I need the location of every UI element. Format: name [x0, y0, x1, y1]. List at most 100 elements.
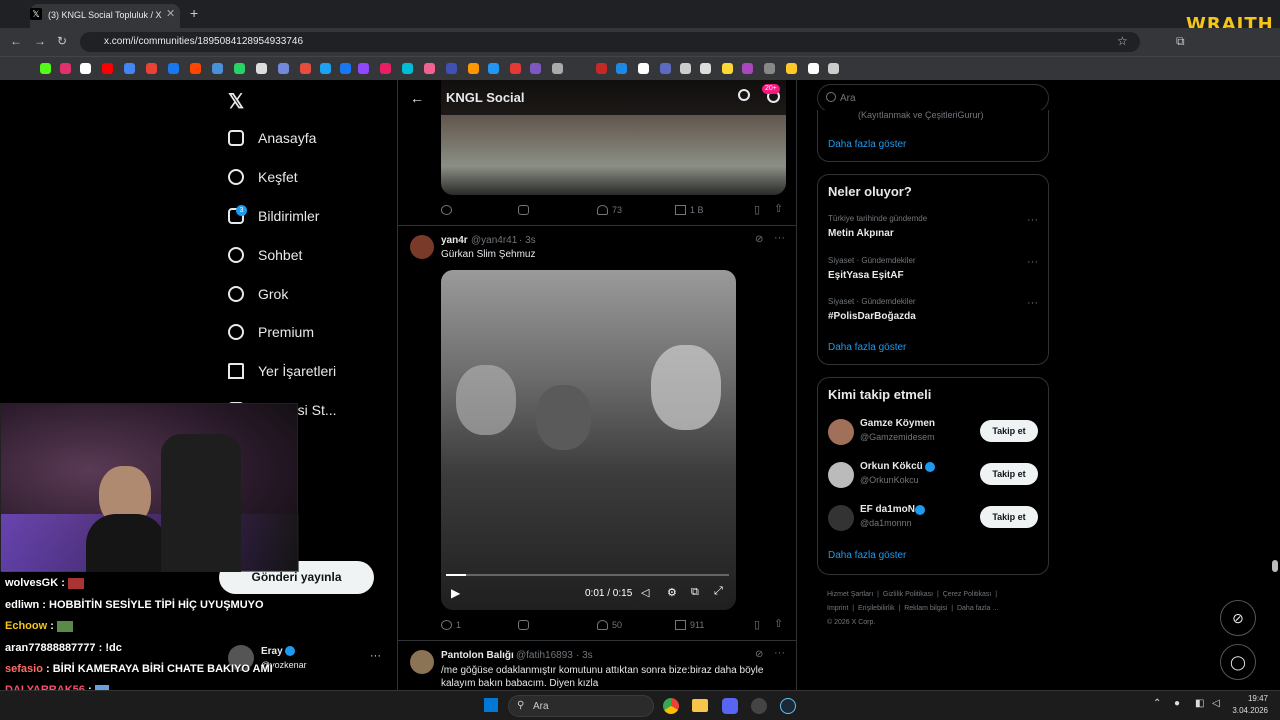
bookmark-icon[interactable]	[102, 63, 113, 74]
close-tab-icon[interactable]: ✕	[166, 7, 175, 20]
bookmark-icon[interactable]	[380, 63, 391, 74]
bookmark-icon[interactable]	[808, 63, 819, 74]
share-icon[interactable]: ⇧	[774, 202, 783, 215]
more-options-icon[interactable]: ···	[774, 232, 785, 244]
follow-button[interactable]: Takip et	[980, 463, 1038, 485]
footer-link[interactable]: Çerez Politikası	[943, 591, 992, 598]
show-more-link[interactable]: Daha fazla göster	[828, 342, 906, 353]
bookmark-icon[interactable]	[80, 63, 91, 74]
more-options-icon[interactable]: ···	[774, 647, 785, 659]
x-logo-icon[interactable]: 𝕏	[228, 89, 244, 114]
like-button[interactable]: 73	[597, 205, 622, 215]
bookmark-icon[interactable]	[468, 63, 479, 74]
bookmark-icon[interactable]	[340, 63, 351, 74]
post-time[interactable]: · 3s	[519, 235, 536, 246]
bookmark-icon[interactable]	[530, 63, 541, 74]
bookmark-icon[interactable]	[488, 63, 499, 74]
bookmark-icon[interactable]	[402, 63, 413, 74]
bookmark-icon[interactable]	[40, 63, 51, 74]
mic-icon[interactable]: ●	[1174, 698, 1180, 709]
bookmark-icon[interactable]	[234, 63, 245, 74]
star-icon[interactable]: ☆	[1117, 34, 1128, 48]
nav-item-chat[interactable]: Sohbet	[228, 243, 302, 267]
footer-link[interactable]: Daha fazla ...	[957, 605, 998, 612]
like-button[interactable]: 50	[597, 620, 622, 630]
bookmark-icon[interactable]	[212, 63, 223, 74]
bookmark-icon[interactable]	[786, 63, 797, 74]
trend-item[interactable]: Türkiye tarihinde gündemde Metin Akpınar…	[818, 211, 1048, 247]
browser-tab[interactable]: (3) KNGL Social Topluluk / X	[30, 4, 180, 28]
nav-item-premium[interactable]: Premium	[228, 320, 314, 344]
discord-icon[interactable]	[722, 698, 738, 714]
share-icon[interactable]: ⇧	[774, 617, 783, 630]
views-button[interactable]: 1 B	[675, 205, 704, 215]
bookmark-icon[interactable]	[446, 63, 457, 74]
footer-link[interactable]: Gizlilik Politikası	[883, 591, 933, 598]
bookmark-icon[interactable]	[552, 63, 563, 74]
network-icon[interactable]: ◧	[1195, 698, 1204, 709]
post-time[interactable]: · 3s	[576, 650, 593, 661]
avatar[interactable]	[410, 650, 434, 674]
account-menu-icon[interactable]: ···	[370, 650, 381, 662]
repost-button[interactable]	[518, 620, 533, 630]
grok-float-button[interactable]: ⊘	[1220, 600, 1256, 636]
bookmark-icon[interactable]	[680, 63, 691, 74]
back-icon[interactable]: ←	[10, 34, 22, 48]
forward-icon[interactable]: →	[34, 34, 46, 48]
grok-icon[interactable]: ⊘	[755, 649, 763, 660]
grok-icon[interactable]: ⊘	[755, 234, 763, 245]
search-icon[interactable]	[738, 89, 750, 101]
post-author-handle[interactable]: @yan4r41	[471, 235, 517, 246]
bookmark-icon[interactable]	[190, 63, 201, 74]
taskbar-search[interactable]: ⚲ Ara	[508, 695, 654, 717]
bookmark-icon[interactable]	[828, 63, 839, 74]
nav-item-grok[interactable]: Grok	[228, 282, 288, 306]
bookmark-icon[interactable]	[722, 63, 733, 74]
avatar[interactable]	[410, 235, 434, 259]
reply-button[interactable]: 1	[441, 620, 461, 630]
bookmark-icon[interactable]	[424, 63, 435, 74]
back-arrow-icon[interactable]: ←	[410, 90, 424, 106]
more-options-icon[interactable]: ···	[1027, 214, 1038, 226]
show-more-link[interactable]: Daha fazla göster	[828, 139, 906, 150]
bookmark-icon[interactable]	[278, 63, 289, 74]
post-author-handle[interactable]: @fatih16893	[516, 650, 573, 661]
reload-icon[interactable]: ↻	[57, 34, 67, 48]
bookmark-icon[interactable]	[320, 63, 331, 74]
steam-icon[interactable]	[780, 698, 796, 714]
clock-time[interactable]: 19:47	[1234, 694, 1268, 703]
follow-suggestion[interactable]: EF da1moN @da1monnn Takip et	[818, 501, 1048, 539]
clock-date[interactable]: 3.04.2026	[1230, 706, 1268, 715]
windows-start-icon[interactable]	[484, 698, 498, 712]
search-input[interactable]: Ara	[817, 84, 1049, 112]
footer-link[interactable]: Erişilebilirlik	[858, 605, 895, 612]
follow-button[interactable]: Takip et	[980, 506, 1038, 528]
bookmark-icon[interactable]	[60, 63, 71, 74]
file-explorer-icon[interactable]	[692, 699, 708, 712]
video-player[interactable]: ▶ 0:01 / 0:15 ◁ ⚙ ⧉ ⤢	[441, 270, 736, 610]
repost-button[interactable]	[518, 205, 533, 215]
footer-link[interactable]: Imprint	[827, 605, 848, 612]
bookmark-icon[interactable]	[700, 63, 711, 74]
views-button[interactable]: 911	[675, 620, 704, 630]
bookmark-icon[interactable]	[616, 63, 627, 74]
footer-link[interactable]: Reklam bilgisi	[904, 605, 947, 612]
tray-chevron-icon[interactable]: ⌃	[1153, 698, 1161, 709]
trend-item[interactable]: Siyaset · Gündemdekiler #PolisDarBoğazda…	[818, 294, 1048, 330]
bookmark-icon[interactable]	[168, 63, 179, 74]
more-options-icon[interactable]: ···	[1027, 297, 1038, 309]
video-progress-track[interactable]	[446, 574, 729, 576]
app-icon[interactable]	[751, 698, 767, 714]
bookmark-icon[interactable]	[300, 63, 311, 74]
bookmark-icon[interactable]: ▯	[754, 618, 760, 631]
trend-item[interactable]: Siyaset · Gündemdekiler EşitYasa EşitAF …	[818, 253, 1048, 289]
pip-icon[interactable]: ⧉	[691, 586, 699, 599]
follow-button[interactable]: Takip et	[980, 420, 1038, 442]
volume-icon[interactable]: ◁	[641, 586, 649, 599]
bookmark-icon[interactable]	[510, 63, 521, 74]
nav-item-home[interactable]: Anasayfa	[228, 126, 316, 150]
play-icon[interactable]: ▶	[451, 586, 460, 600]
show-more-link[interactable]: Daha fazla göster	[828, 550, 906, 561]
volume-icon[interactable]: ◁	[1212, 698, 1220, 709]
chrome-icon[interactable]	[663, 698, 679, 714]
